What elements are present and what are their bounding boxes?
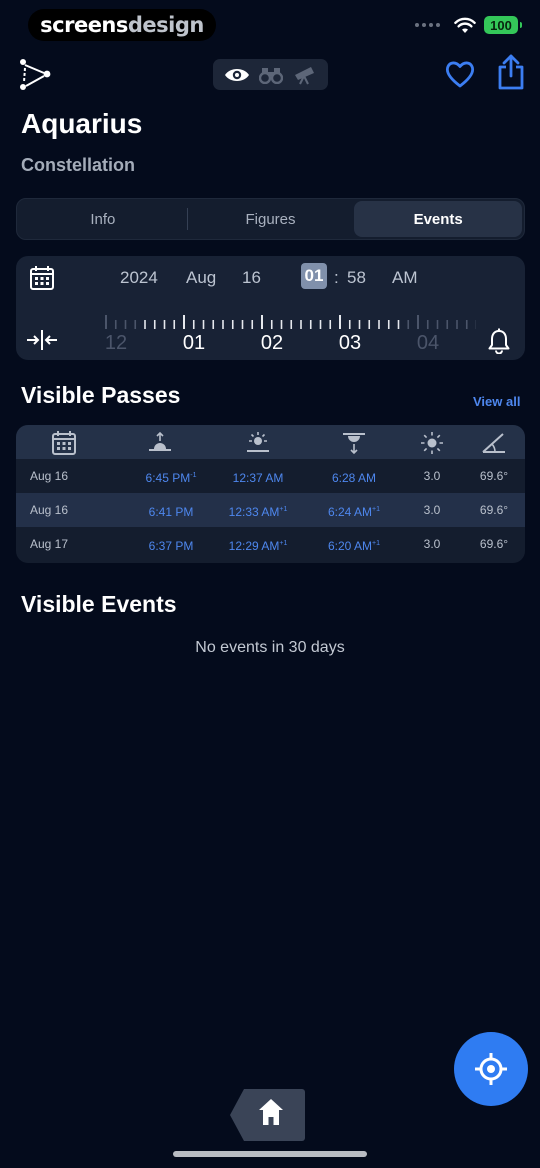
pass-rise-time: 6:45 PM-1 [145, 471, 197, 485]
favorite-heart-icon[interactable] [444, 58, 476, 90]
segmented-tabs: Info Figures Events [16, 198, 525, 240]
bell-icon[interactable] [488, 328, 510, 354]
telescope-icon[interactable] [293, 65, 317, 85]
pass-set-time: 6:20 AM+1 [327, 539, 380, 553]
calendar-icon [52, 431, 76, 455]
year-value[interactable]: 2024 [120, 268, 158, 288]
binoculars-icon[interactable] [259, 66, 284, 84]
ruler-label: 03 [338, 332, 362, 354]
hour-value[interactable]: 01 [301, 263, 327, 289]
ruler-label: 12 [104, 332, 128, 354]
pass-max-altitude: 69.6° [479, 503, 509, 517]
share-icon[interactable] [496, 54, 526, 90]
pass-set-time: 6:24 AM+1 [327, 505, 380, 519]
home-button[interactable] [230, 1089, 305, 1141]
pass-set-time: 6:28 AM [331, 471, 377, 485]
status-bar: 100 [415, 16, 522, 34]
page-subtitle: Constellation [21, 155, 136, 175]
locate-button[interactable] [454, 1032, 528, 1106]
view-all-link[interactable]: View all [473, 394, 520, 409]
tab-events[interactable]: Events [354, 201, 523, 237]
eye-icon[interactable] [224, 66, 250, 84]
pass-transit-time: 12:37 AM [232, 471, 284, 485]
tab-figures[interactable]: Figures [186, 201, 355, 237]
table-row[interactable]: Aug 16 6:41 PM 12:33 AM+1 6:24 AM+1 3.0 … [16, 493, 525, 527]
altitude-angle-icon [482, 433, 505, 453]
tab-info[interactable]: Info [19, 201, 187, 237]
pass-rise-time: 6:37 PM [148, 539, 194, 553]
pass-date: Aug 16 [30, 469, 69, 483]
pass-transit-time: 12:29 AM+1 [228, 539, 288, 553]
page-title: Aquarius [21, 108, 143, 139]
pass-brightness: 3.0 [423, 503, 441, 517]
transit-icon [247, 432, 269, 452]
brand-text-b: design [127, 13, 204, 37]
ruler-label: 01 [182, 332, 206, 354]
time-separator: : [334, 268, 339, 287]
pass-max-altitude: 69.6° [479, 537, 509, 551]
pass-rise-time: 6:41 PM [148, 505, 194, 519]
set-icon [343, 433, 365, 455]
brand-watermark: screens design [28, 9, 216, 41]
events-section-title: Visible Events [21, 591, 177, 617]
pass-brightness: 3.0 [423, 469, 441, 483]
brightness-icon [421, 432, 443, 454]
pass-date: Aug 16 [30, 503, 69, 517]
battery-indicator: 100 [484, 16, 522, 34]
constellation-icon[interactable] [18, 58, 52, 92]
calendar-icon[interactable] [29, 265, 55, 291]
passes-table: Aug 16 6:45 PM-1 12:37 AM 6:28 AM 3.0 69… [16, 425, 525, 563]
table-row[interactable]: Aug 17 6:37 PM 12:29 AM+1 6:20 AM+1 3.0 … [16, 527, 525, 561]
passes-table-header [16, 425, 525, 459]
observation-mode-selector[interactable] [213, 59, 328, 90]
pass-transit-time: 12:33 AM+1 [228, 505, 288, 519]
brand-text-a: screens [40, 13, 128, 37]
pass-brightness: 3.0 [423, 537, 441, 551]
passes-section-title: Visible Passes [21, 382, 181, 408]
pass-max-altitude: 69.6° [479, 469, 509, 483]
reset-time-icon[interactable] [26, 328, 58, 352]
rise-icon [149, 431, 171, 451]
month-value[interactable]: Aug [186, 268, 216, 288]
signal-dots [415, 23, 440, 27]
wifi-icon [454, 17, 476, 33]
table-row[interactable]: Aug 16 6:45 PM-1 12:37 AM 6:28 AM 3.0 69… [16, 459, 525, 493]
home-indicator [173, 1151, 367, 1157]
time-selector-panel: 2024 Aug 16 01 : 58 AM 12 01 02 03 04 [16, 256, 525, 360]
day-value[interactable]: 16 [242, 268, 261, 288]
empty-events-message: No events in 30 days [195, 639, 345, 656]
ruler-label: 04 [416, 332, 440, 354]
ruler-label: 02 [260, 332, 284, 354]
pass-date: Aug 17 [30, 537, 69, 551]
crosshair-icon [475, 1053, 507, 1085]
minute-value[interactable]: 58 [347, 268, 366, 288]
ampm-value[interactable]: AM [392, 268, 418, 288]
